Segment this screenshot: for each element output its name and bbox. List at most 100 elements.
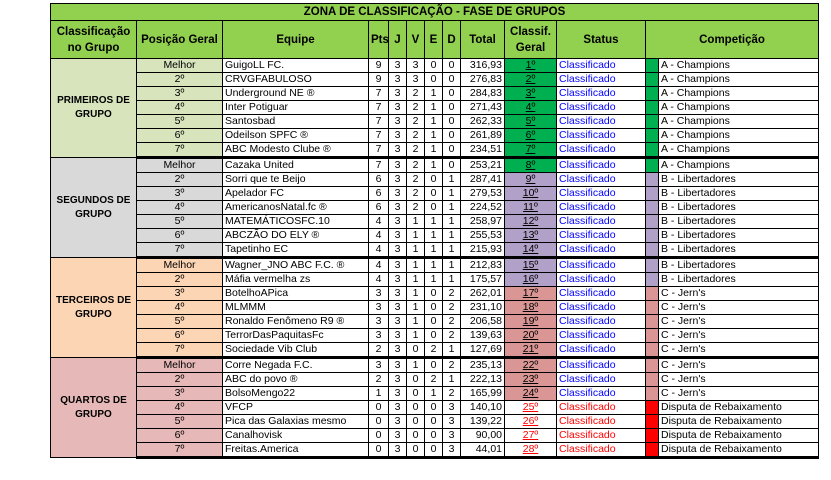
e-cell: 1 bbox=[424, 386, 443, 401]
j-cell: 3 bbox=[388, 58, 407, 73]
pts-cell: 3 bbox=[368, 286, 389, 301]
pts-cell: 4 bbox=[368, 272, 389, 287]
v-cell: 0 bbox=[406, 442, 425, 459]
v-cell: 0 bbox=[406, 428, 425, 443]
team-cell: ABC Modesto Clube ® bbox=[222, 142, 369, 159]
d-cell: 1 bbox=[442, 372, 461, 387]
status-cell: Classificado bbox=[556, 186, 646, 201]
e-cell: 0 bbox=[424, 286, 443, 301]
team-cell: TerrorDasPaquitasFc bbox=[222, 328, 369, 343]
competition-cell: C - Jern's bbox=[657, 342, 820, 359]
position-cell: 7º bbox=[136, 442, 223, 459]
standings-body: PRIMEIROS DE GRUPO Melhor GuigoLL FC. 9 3 3 0 0… bbox=[50, 58, 820, 459]
pts-cell: 7 bbox=[368, 114, 389, 129]
j-cell: 3 bbox=[388, 86, 407, 101]
v-cell: 1 bbox=[406, 272, 425, 287]
header-pts: Pts bbox=[368, 20, 389, 59]
competition-cell: B - Libertadores bbox=[657, 228, 820, 243]
d-cell: 0 bbox=[442, 128, 461, 143]
position-cell: 5º bbox=[136, 414, 223, 429]
competition-swatch bbox=[645, 272, 659, 287]
pts-cell: 4 bbox=[368, 214, 389, 229]
classif-cell: 20º bbox=[504, 328, 557, 343]
j-cell: 3 bbox=[388, 414, 407, 429]
team-cell: Pica das Galaxias mesmo bbox=[222, 414, 369, 429]
total-cell: 262,01 bbox=[460, 286, 505, 301]
total-cell: 284,83 bbox=[460, 86, 505, 101]
pts-cell: 6 bbox=[368, 172, 389, 187]
pts-cell: 2 bbox=[368, 372, 389, 387]
competition-cell: Disputa de Rebaixamento bbox=[657, 400, 820, 415]
d-cell: 0 bbox=[442, 142, 461, 159]
total-cell: 287,41 bbox=[460, 172, 505, 187]
total-cell: 271,43 bbox=[460, 100, 505, 115]
table-row: 5º Ronaldo Fenômeno R9 ® 3 3 1 0 2 206,58 19º Cla… bbox=[51, 314, 820, 329]
competition-swatch bbox=[645, 242, 659, 259]
total-cell: 222,13 bbox=[460, 372, 505, 387]
v-cell: 0 bbox=[406, 386, 425, 401]
competition-swatch bbox=[645, 300, 659, 315]
j-cell: 3 bbox=[388, 300, 407, 315]
total-cell: 262,33 bbox=[460, 114, 505, 129]
competition-cell: B - Libertadores bbox=[657, 214, 820, 229]
status-cell: Classificado bbox=[556, 400, 646, 415]
position-cell: 7º bbox=[136, 242, 223, 259]
v-cell: 0 bbox=[406, 372, 425, 387]
j-cell: 3 bbox=[388, 200, 407, 215]
table-row: 6º Canalhovisk 0 3 0 0 3 90,00 27º Classificado Di… bbox=[51, 428, 820, 443]
d-cell: 3 bbox=[442, 442, 461, 459]
table-row: 4º VFCP 0 3 0 0 3 140,10 25º Classificado Disputa … bbox=[51, 400, 820, 415]
total-cell: 224,52 bbox=[460, 200, 505, 215]
position-cell: 3º bbox=[136, 186, 223, 201]
competition-cell: C - Jern's bbox=[657, 357, 820, 373]
pts-cell: 2 bbox=[368, 342, 389, 359]
v-cell: 2 bbox=[406, 142, 425, 159]
e-cell: 1 bbox=[424, 128, 443, 143]
position-cell: 6º bbox=[136, 128, 223, 143]
table-row: 4º MLMMM 3 3 1 0 2 231,10 18º Classificado C - Jer… bbox=[51, 300, 820, 315]
status-cell: Classificado bbox=[556, 157, 646, 173]
position-cell: 5º bbox=[136, 314, 223, 329]
table-row: 5º Santosbad 7 3 2 1 0 262,33 5º Classificado A - … bbox=[51, 114, 820, 129]
competition-cell: Disputa de Rebaixamento bbox=[657, 442, 820, 459]
competition-swatch bbox=[645, 200, 659, 215]
competition-swatch bbox=[645, 442, 659, 459]
competition-swatch bbox=[645, 157, 659, 173]
header-total: Total bbox=[460, 20, 505, 59]
team-cell: MLMMM bbox=[222, 300, 369, 315]
team-cell: Corre Negada F.C. bbox=[222, 357, 369, 373]
table-row: 6º TerrorDasPaquitasFc 3 3 1 0 2 139,63 20º Class… bbox=[51, 328, 820, 343]
table-row: 4º Inter Potiguar 7 3 2 1 0 271,43 4º Classificad… bbox=[51, 100, 820, 115]
pts-cell: 1 bbox=[368, 386, 389, 401]
status-cell: Classificado bbox=[556, 100, 646, 115]
classif-cell: 3º bbox=[504, 86, 557, 101]
d-cell: 3 bbox=[442, 400, 461, 415]
j-cell: 3 bbox=[388, 372, 407, 387]
v-cell: 2 bbox=[406, 200, 425, 215]
header-equipe: Equipe bbox=[222, 20, 369, 59]
e-cell: 2 bbox=[424, 372, 443, 387]
classif-cell: 5º bbox=[504, 114, 557, 129]
team-cell: BolsoMengo22 bbox=[222, 386, 369, 401]
header-v: V bbox=[406, 20, 425, 59]
e-cell: 0 bbox=[424, 328, 443, 343]
v-cell: 1 bbox=[406, 286, 425, 301]
competition-swatch bbox=[645, 142, 659, 159]
j-cell: 3 bbox=[388, 72, 407, 87]
classif-cell: 28º bbox=[504, 442, 557, 459]
competition-cell: A - Champions bbox=[657, 100, 820, 115]
total-cell: 258,97 bbox=[460, 214, 505, 229]
team-cell: Canalhovisk bbox=[222, 428, 369, 443]
status-cell: Classificado bbox=[556, 300, 646, 315]
status-cell: Classificado bbox=[556, 72, 646, 87]
classif-cell: 11º bbox=[504, 200, 557, 215]
competition-cell: C - Jern's bbox=[657, 300, 820, 315]
table-row: 7º Sociedade Vib Club 2 3 0 2 1 127,69 21º Classi… bbox=[51, 342, 820, 359]
v-cell: 0 bbox=[406, 342, 425, 359]
header-status: Status bbox=[556, 20, 646, 59]
position-cell: 4º bbox=[136, 400, 223, 415]
header-classif: Classif. Geral bbox=[504, 20, 557, 59]
d-cell: 3 bbox=[442, 428, 461, 443]
d-cell: 1 bbox=[442, 342, 461, 359]
pts-cell: 0 bbox=[368, 400, 389, 415]
